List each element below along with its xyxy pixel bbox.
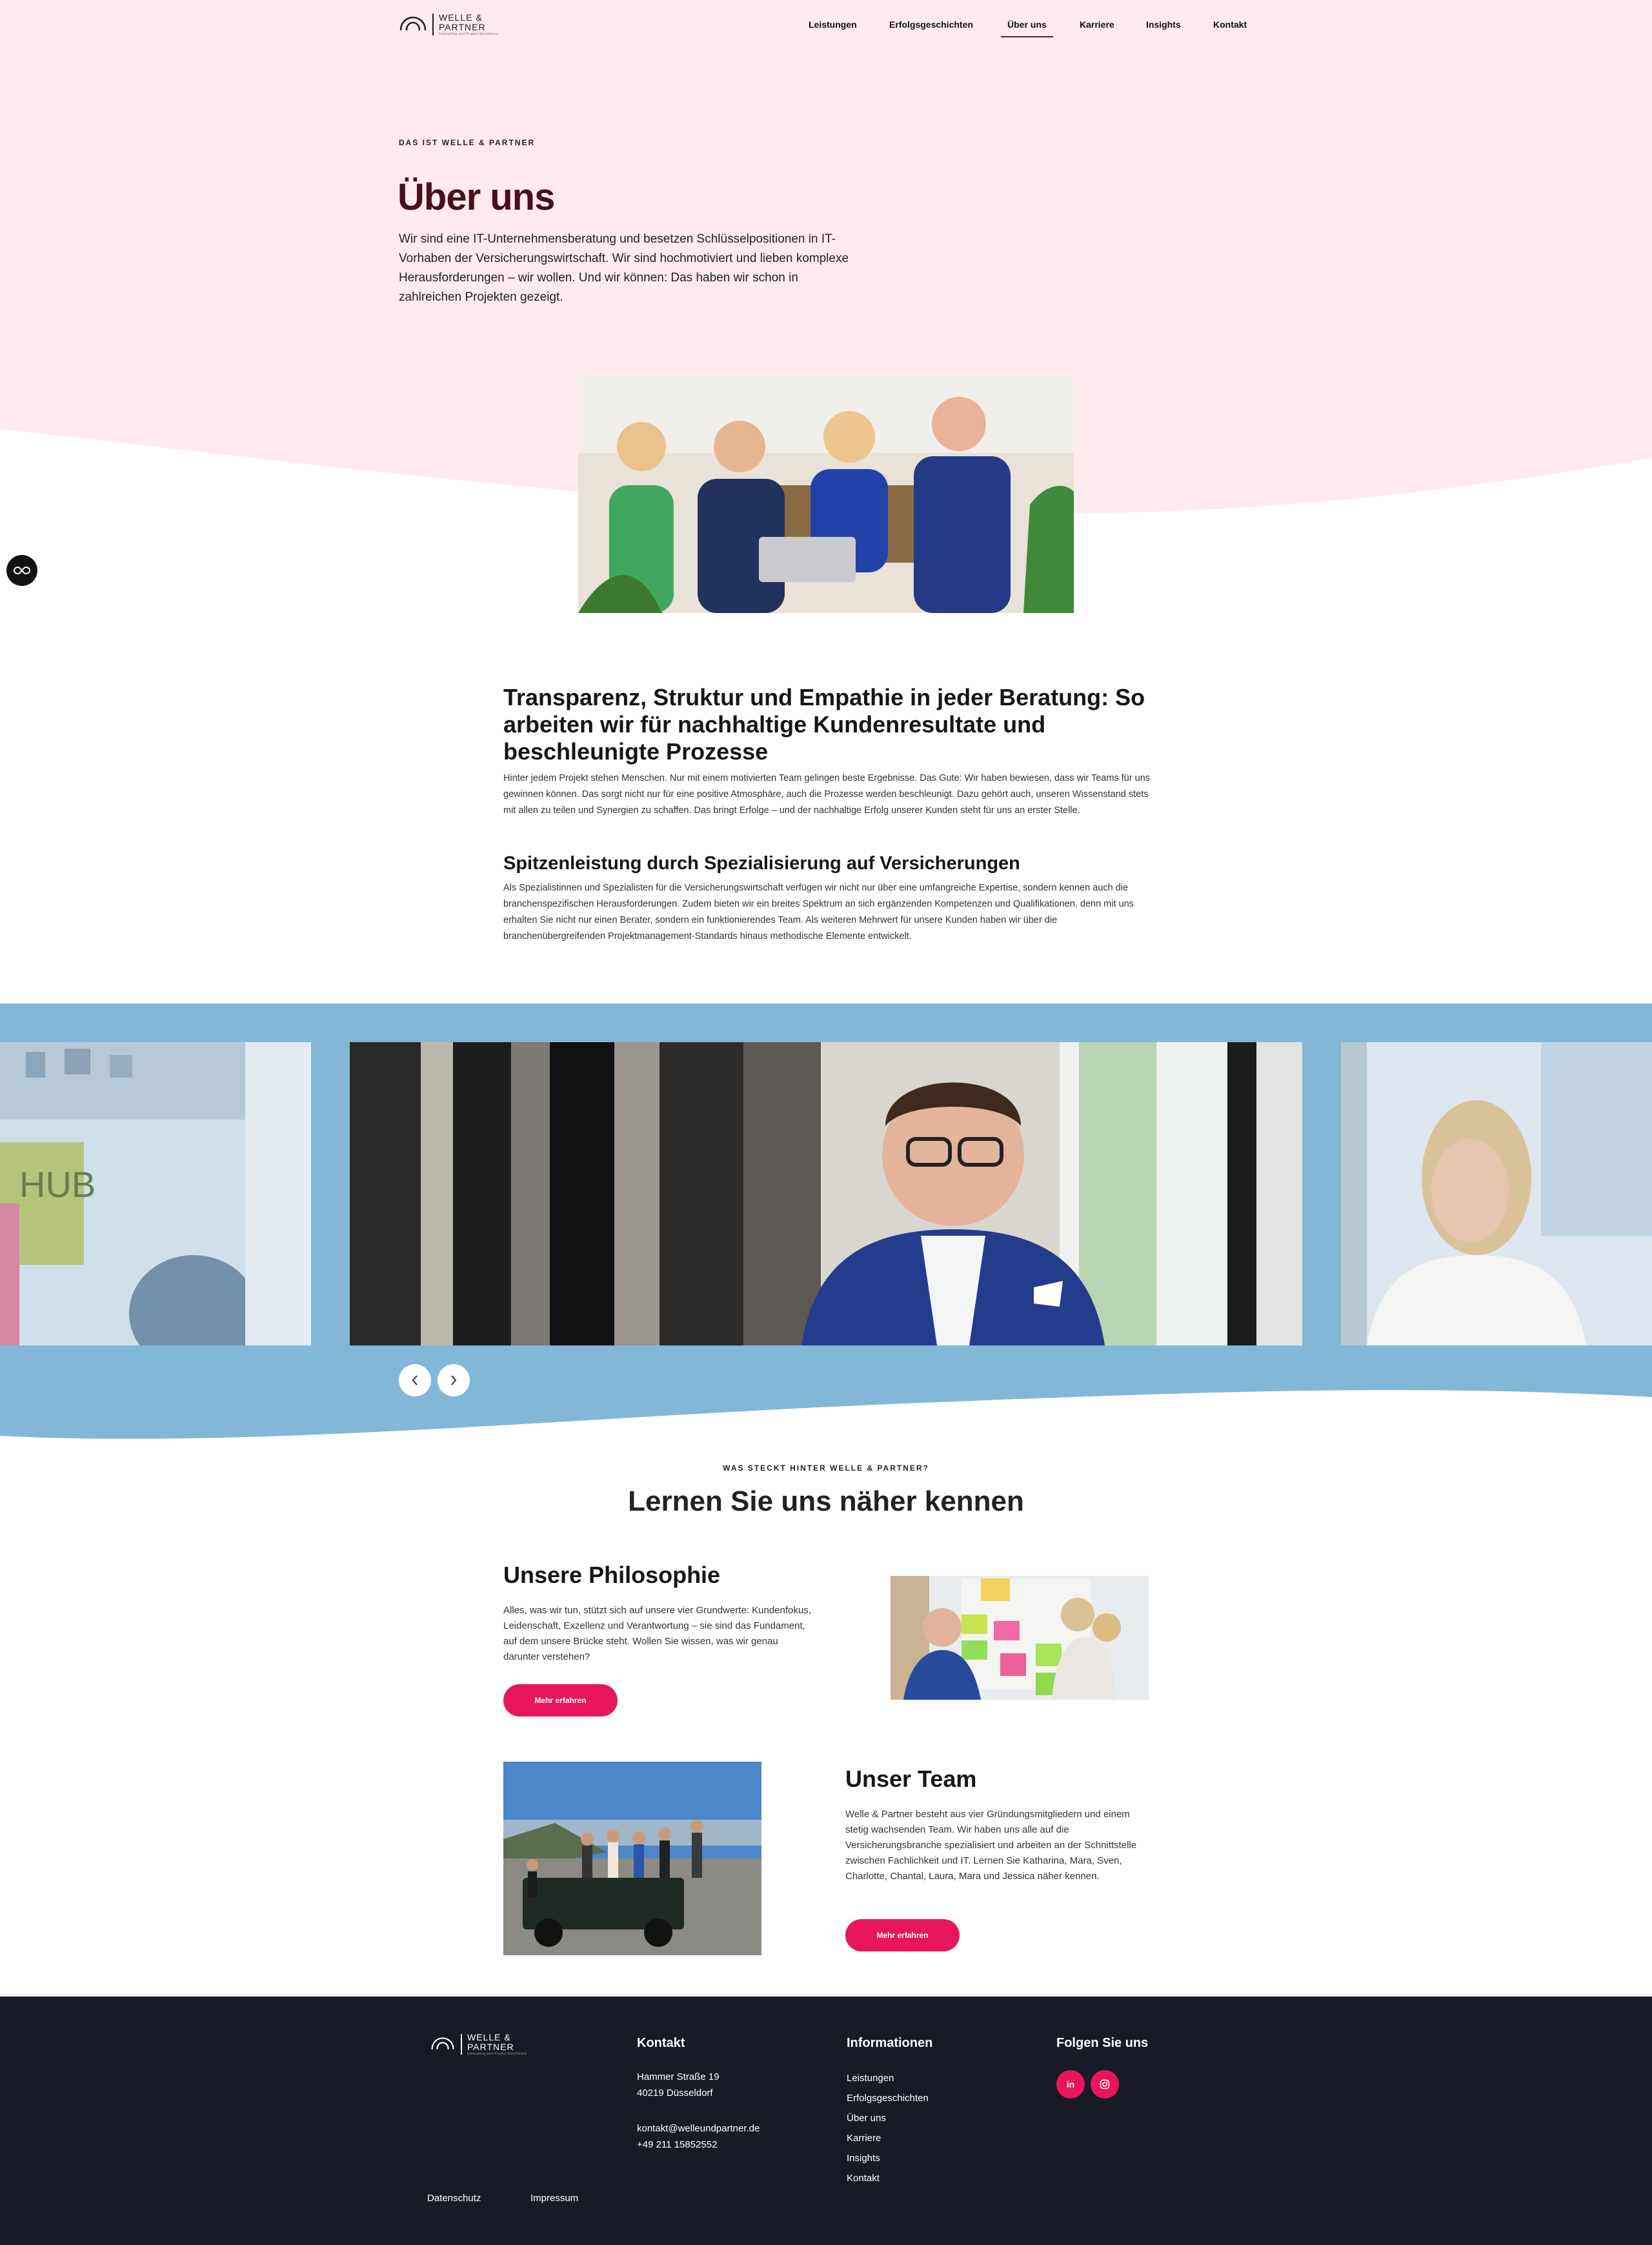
- nav-erfolgsgeschichten[interactable]: Erfolgsgeschichten: [889, 19, 973, 30]
- footer-contact-title: Kontakt: [637, 2036, 685, 2050]
- footer-phone-link[interactable]: +49 211 15852552: [637, 2137, 717, 2153]
- intro-subtext: Als Spezialistinnen und Spezialisten für…: [503, 883, 1134, 941]
- header-logo[interactable]: WELLE & PARTNER Consulting and Project E…: [399, 13, 498, 36]
- slider-prev-button[interactable]: [399, 1364, 431, 1396]
- logo-divider: [432, 14, 434, 35]
- philosophy-photo: [891, 1576, 1149, 1700]
- instagram-button[interactable]: [1091, 2070, 1119, 2099]
- footer-imprint-link[interactable]: Impressum: [530, 2190, 578, 2207]
- page-title: Über uns: [398, 176, 555, 218]
- philosophy-text: Alles, was wir tun, stützt sich auf unse…: [503, 1605, 811, 1662]
- footer-link-leistungen[interactable]: Leistungen: [847, 2068, 929, 2088]
- footer-logo-wave-icon: [431, 2037, 454, 2049]
- team-text: Welle & Partner besteht aus vier Gründun…: [845, 1809, 1137, 1882]
- hero-text: Wir sind eine IT-Unternehmensberatung un…: [399, 232, 849, 304]
- footer-info-title: Informationen: [847, 2036, 933, 2050]
- team-more-button[interactable]: Mehr erfahren: [845, 1919, 960, 1951]
- intro-text: Hinter jedem Projekt stehen Menschen. Nu…: [503, 773, 1151, 816]
- intro-subheading: Spitzenleistung durch Spezialisierung au…: [503, 853, 1020, 874]
- logo-tagline: Consulting and Project Excellence: [439, 32, 499, 36]
- logo-wave-icon: [399, 16, 427, 31]
- team-title: Unser Team: [845, 1766, 977, 1792]
- slider-next-button[interactable]: [438, 1364, 470, 1396]
- nav-ueber-uns[interactable]: Über uns: [1001, 19, 1053, 37]
- footer-privacy-link[interactable]: Datenschutz: [427, 2190, 481, 2207]
- footer-link-kontakt[interactable]: Kontakt: [847, 2168, 929, 2188]
- footer: [0, 1997, 1652, 2245]
- logo-line1: WELLE &: [439, 12, 483, 23]
- team-photo: [503, 1762, 761, 1955]
- logo-line2: PARTNER: [439, 22, 486, 32]
- floating-menu-button[interactable]: [6, 555, 37, 586]
- footer-social-title: Folgen Sie uns: [1056, 2036, 1149, 2050]
- footer-link-erfolgsgeschichten[interactable]: Erfolgsgeschichten: [847, 2088, 929, 2108]
- philosophy-title: Unsere Philosophie: [503, 1562, 721, 1588]
- team-section-title: Lernen Sie uns näher kennen: [628, 1485, 1024, 1517]
- intro-heading: Transparenz, Struktur und Empathie in je…: [503, 684, 1145, 765]
- linkedin-icon: in: [1066, 2079, 1075, 2089]
- team-eyebrow: WAS STECKT HINTER WELLE & PARTNER?: [723, 1464, 929, 1473]
- footer-logo-tagline: Consulting and Project Excellence: [467, 2052, 527, 2056]
- nav-leistungen[interactable]: Leistungen: [809, 19, 857, 30]
- infinity-icon: [14, 566, 30, 575]
- chevron-left-icon: [412, 1375, 418, 1385]
- philosophy-more-button[interactable]: Mehr erfahren: [503, 1684, 618, 1716]
- footer-logo-line2: PARTNER: [467, 2042, 514, 2052]
- slide-image-center: [350, 1042, 1302, 1345]
- footer-info-links: Leistungen Erfolgsgeschichten Über uns K…: [847, 2068, 929, 2188]
- footer-link-karriere[interactable]: Karriere: [847, 2128, 929, 2148]
- nav-karriere[interactable]: Karriere: [1080, 19, 1114, 30]
- footer-city: 40219 Düsseldorf: [637, 2088, 713, 2099]
- footer-link-insights[interactable]: Insights: [847, 2148, 929, 2168]
- instagram-icon: [1100, 2079, 1110, 2089]
- slide-hub-text: HUB: [19, 1164, 96, 1205]
- chevron-right-icon: [451, 1375, 457, 1385]
- footer-logo-line1: WELLE &: [467, 2032, 511, 2042]
- hero-eyebrow: DAS IST WELLE & PARTNER: [399, 138, 536, 147]
- nav-kontakt[interactable]: Kontakt: [1213, 19, 1247, 30]
- footer-logo-divider: [461, 2034, 462, 2055]
- hero-team-photo: [578, 376, 1074, 613]
- footer-street: Hammer Straße 19: [637, 2071, 720, 2082]
- footer-logo[interactable]: WELLE & PARTNER Consulting and Project E…: [430, 2033, 527, 2056]
- linkedin-button[interactable]: in: [1056, 2070, 1085, 2099]
- slide-image-right: [1341, 1042, 1652, 1345]
- nav-insights[interactable]: Insights: [1146, 19, 1181, 30]
- footer-link-ueber-uns[interactable]: Über uns: [847, 2108, 929, 2128]
- slide-image-left: HUB: [0, 1042, 311, 1345]
- footer-email-link[interactable]: kontakt@welleundpartner.de: [637, 2120, 760, 2137]
